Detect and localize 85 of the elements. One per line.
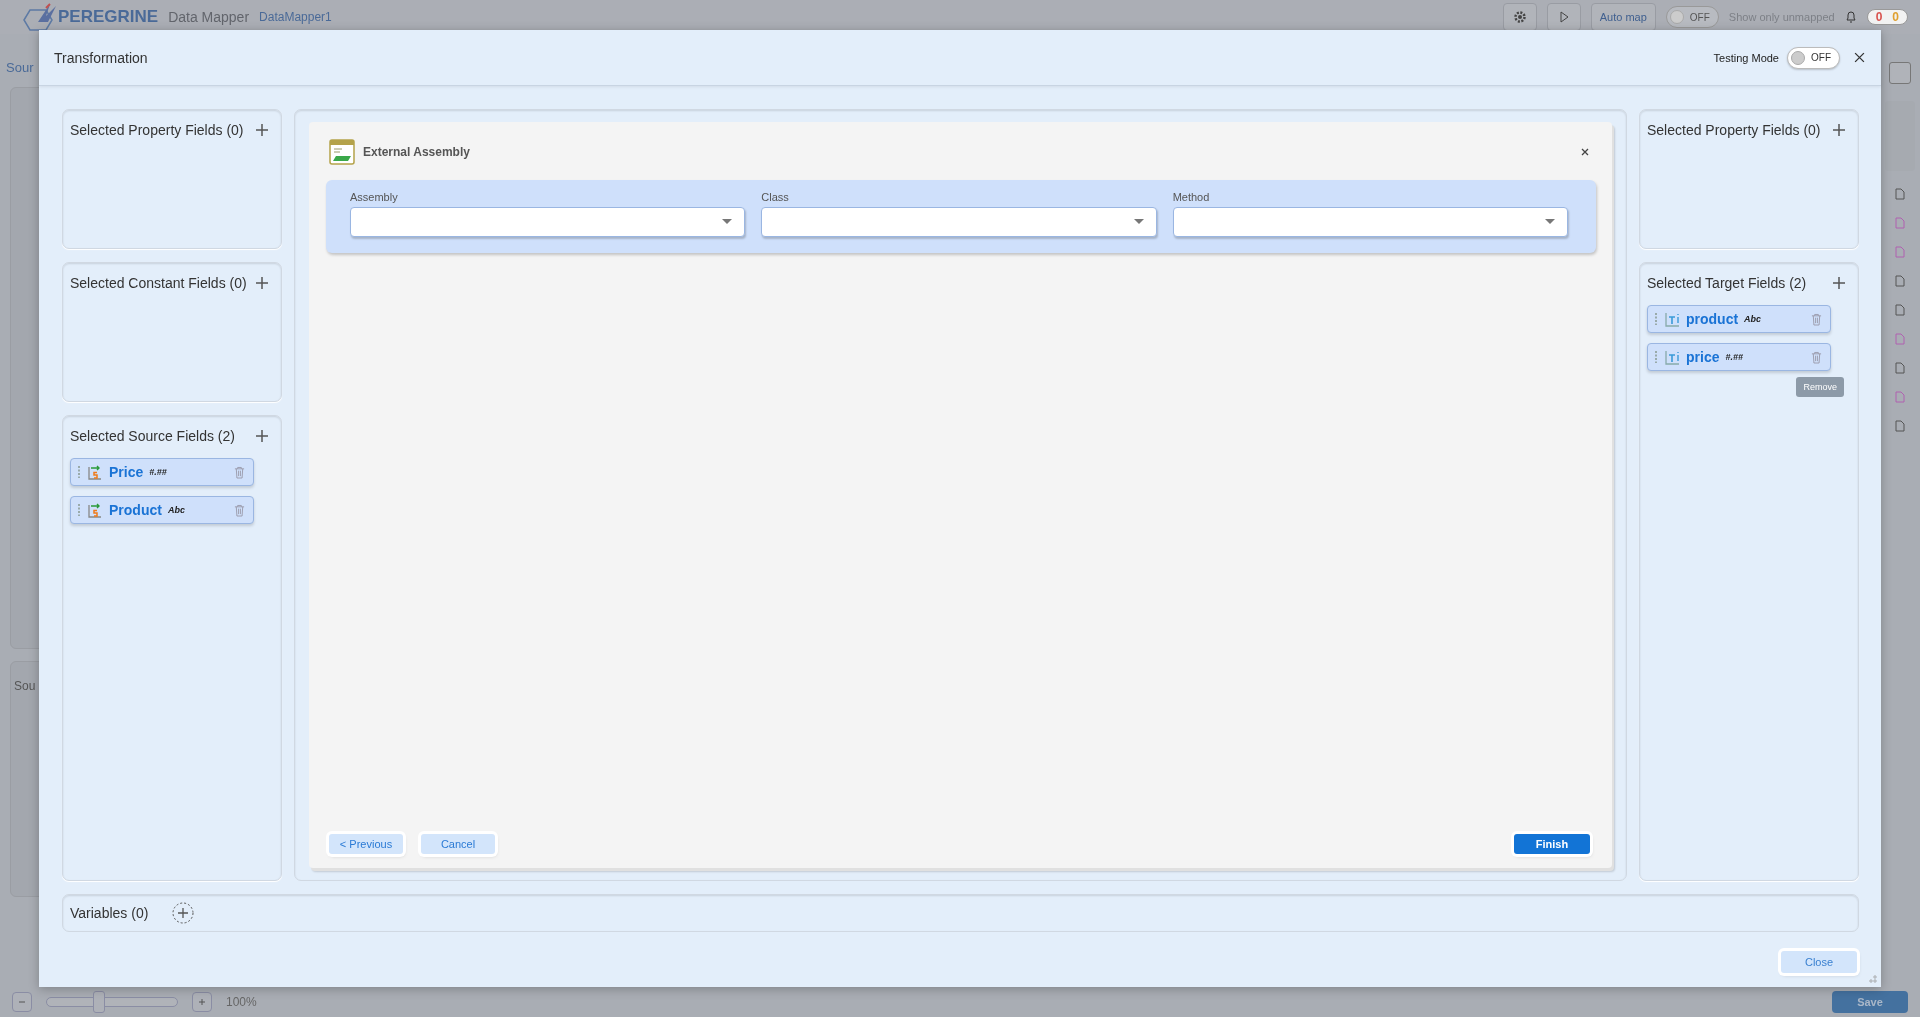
panel-title: Variables (0) (70, 905, 149, 921)
zoom-value: 100% (226, 995, 257, 1009)
field-chip[interactable]: Product Abc (70, 496, 254, 524)
trash-icon[interactable] (1811, 350, 1822, 364)
close-button[interactable]: Close (1781, 951, 1857, 973)
field-name: Product (109, 502, 162, 518)
field-label: Method (1172, 191, 1211, 203)
dropdown-field[interactable] (1172, 207, 1568, 237)
panel-title: Selected Target Fields (2) (1647, 275, 1807, 291)
bell-icon[interactable] (1844, 10, 1857, 24)
wizard-button[interactable]: < Previous (329, 834, 403, 854)
field-type: #.## (149, 467, 167, 477)
add-button[interactable] (1889, 62, 1911, 84)
zoom-slider[interactable] (46, 991, 178, 1013)
field-name: product (1686, 311, 1739, 327)
finish-button[interactable]: Finish (1514, 834, 1590, 854)
gear-icon[interactable] (1511, 9, 1528, 25)
field-chip[interactable]: Price #.## (70, 458, 254, 486)
settings-button[interactable] (1502, 3, 1537, 31)
dialog-title: Transformation (54, 49, 148, 66)
product-name: Data Mapper (168, 9, 250, 25)
source-field-icon (87, 502, 103, 518)
resize-grip-icon[interactable] (1869, 975, 1877, 983)
plus-icon[interactable] (255, 276, 269, 290)
wizard-title: External Assembly (363, 145, 470, 159)
count-label: 0 (1892, 10, 1899, 24)
toggle-switch[interactable]: OFF (1665, 6, 1719, 28)
file-icon (1895, 391, 1905, 403)
panel-title: Selected Property Fields (0) (1647, 122, 1821, 138)
drag-handle-icon[interactable] (1654, 312, 1658, 326)
field-name: price (1686, 349, 1720, 365)
field-name: Price (109, 464, 144, 480)
play-button[interactable] (1546, 3, 1581, 31)
panel-title: Selected Constant Fields (0) (70, 275, 247, 291)
toggle-switch[interactable]: OFF (1787, 46, 1840, 69)
field-label: Class (761, 191, 790, 203)
field-type: Abc (1744, 314, 1762, 324)
panel-title: Sou (14, 679, 36, 693)
file-icon (1895, 246, 1905, 258)
dropdown-field[interactable] (350, 207, 746, 237)
panel-title: Selected Property Fields (0) (70, 122, 244, 138)
caret-icon[interactable] (1133, 219, 1144, 225)
text-field-icon (1664, 349, 1680, 365)
add-variable-icon[interactable] (172, 902, 195, 924)
file-icon (1895, 217, 1905, 229)
file-icon (1895, 304, 1905, 316)
drag-handle-icon[interactable] (77, 465, 81, 479)
plus-icon[interactable] (197, 997, 207, 1007)
source-field-icon (87, 464, 103, 480)
trash-icon[interactable] (234, 503, 245, 517)
file-icon (1895, 188, 1905, 200)
dropdown-field[interactable] (761, 207, 1157, 237)
file-icon (1895, 333, 1905, 345)
field-chip[interactable]: product Abc (1647, 305, 1831, 333)
file-icon (1895, 362, 1905, 374)
close-icon[interactable] (1854, 52, 1865, 63)
zoom-out-button[interactable] (12, 992, 32, 1012)
caret-icon[interactable] (722, 219, 733, 225)
field-label: Assembly (350, 191, 399, 203)
brand-name: PEREGRINE (58, 7, 159, 27)
field-type: #.## (1725, 352, 1743, 362)
plus-icon[interactable] (255, 429, 269, 443)
close-icon[interactable] (1580, 147, 1590, 157)
field-type: Abc (167, 505, 185, 515)
trash-icon[interactable] (234, 465, 245, 479)
auto-map-button[interactable]: Auto map (1590, 3, 1656, 31)
plus-icon[interactable] (1832, 123, 1846, 137)
panel-title: Selected Source Fields (2) (70, 428, 235, 444)
text-field-icon (1664, 311, 1680, 327)
file-icon (1895, 420, 1905, 432)
caret-icon[interactable] (1545, 219, 1555, 225)
trash-icon[interactable] (1811, 312, 1822, 326)
file-icon (1895, 275, 1905, 287)
wizard-button[interactable]: Cancel (421, 834, 495, 854)
tooltip: Remove (1796, 377, 1844, 397)
plus-icon[interactable] (255, 123, 269, 137)
drag-handle-icon[interactable] (77, 503, 81, 517)
assembly-icon (329, 139, 355, 165)
save-button[interactable]: Save (1832, 991, 1908, 1013)
zoom-in-button[interactable] (192, 992, 212, 1012)
drag-handle-icon[interactable] (1654, 350, 1658, 364)
plus-icon[interactable] (1832, 276, 1846, 290)
document-link[interactable]: DataMapper1 (259, 10, 332, 24)
toggle-label: Testing Mode (1713, 51, 1779, 64)
count-label: 0 (1875, 10, 1883, 24)
